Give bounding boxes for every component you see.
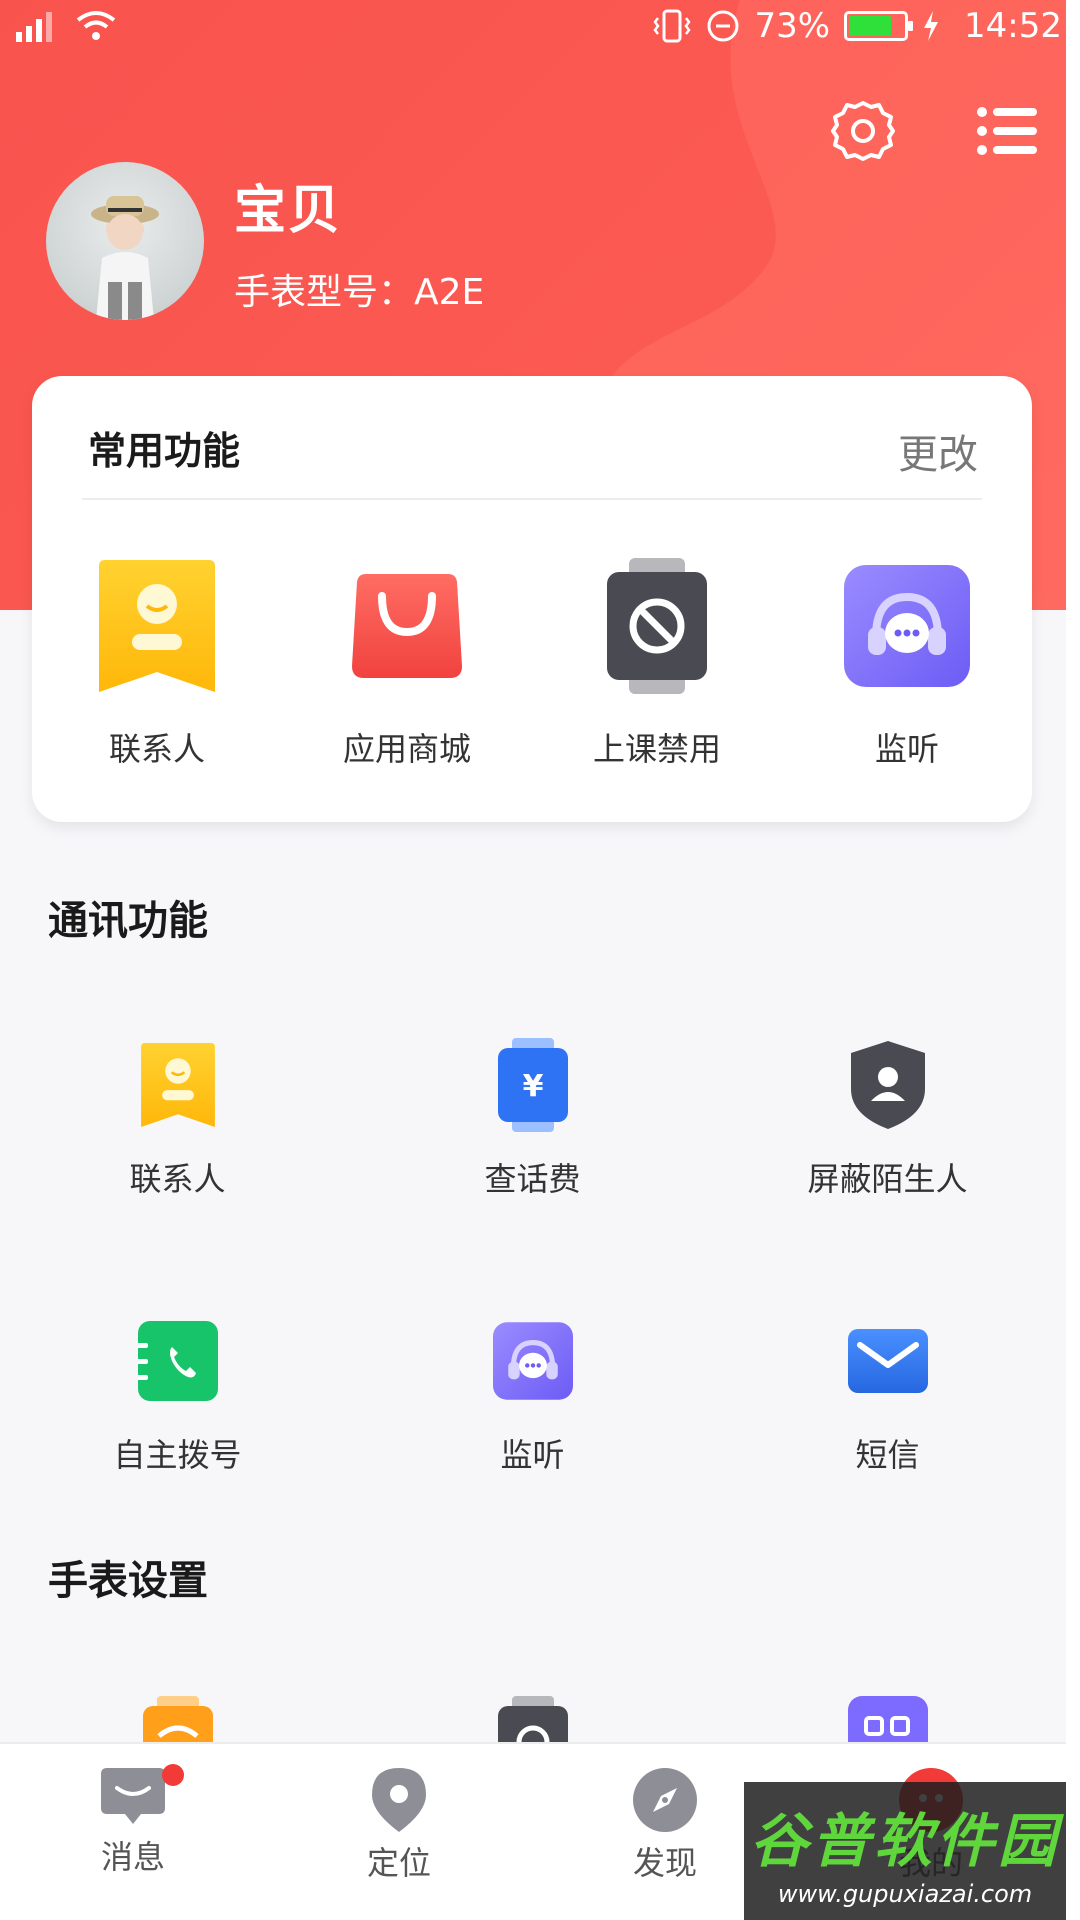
watermark-url: www.gupuxiazai.com [777,1880,1033,1908]
unread-badge [162,1764,184,1786]
phone-bill-icon: ¥ [497,1038,568,1132]
monitor-icon [492,1322,573,1400]
comm-item-sms[interactable]: 短信 [710,1316,1065,1476]
contacts-icon [99,560,215,692]
avatar[interactable] [46,162,204,320]
comm-item-label: 查话费 [484,1160,581,1198]
do-not-disturb-icon [707,10,739,42]
comm-item-label: 联系人 [129,1160,226,1198]
message-icon [101,1768,165,1824]
comm-item-label: 短信 [855,1436,920,1474]
communication-grid-row-2: 自主拨号 监听 短信 [0,1316,1066,1476]
favorites-edit-button[interactable]: 更改 [898,422,978,480]
watch-wifi-icon [142,1696,213,1742]
nav-label: 发现 [632,1844,697,1882]
comm-item-label: 自主拨号 [113,1436,242,1474]
watch-model: 手表型号：A2E [234,271,485,313]
shopping-bag-icon [352,574,462,678]
watch-setting-item-wifi[interactable] [0,1696,355,1742]
dial-icon [137,1321,218,1401]
favorite-item-label: 联系人 [108,730,205,768]
block-stranger-icon [850,1041,925,1129]
contacts-icon [140,1043,215,1127]
class-disable-icon [497,1696,568,1742]
settings-icon [831,101,895,161]
favorite-item-contacts[interactable]: 联系人 [32,556,282,770]
comm-item-monitor[interactable]: 监听 [355,1316,710,1476]
nav-tab-location[interactable]: 定位 [266,1744,532,1920]
status-bar: 73% 14:52 [0,0,1080,58]
nav-label: 消息 [100,1838,165,1876]
battery-percent: 73% [754,6,831,46]
header-actions [830,98,1040,164]
menu-icon [977,107,1037,155]
signal-icon [16,12,52,42]
vibrate-icon [653,9,691,43]
nav-tab-messages[interactable]: 消息 [0,1744,266,1920]
communication-grid-row-1: 联系人 ¥ 查话费 屏蔽陌生人 [0,1038,1066,1200]
favorite-item-label: 应用商城 [342,730,471,768]
svg-text:¥: ¥ [522,1069,543,1104]
watermark-title: 谷普软件园 [749,1807,1060,1875]
favorite-item-app-store[interactable]: 应用商城 [282,556,532,770]
watch-setting-item-qrcode[interactable] [710,1696,1065,1742]
divider [82,498,982,500]
communication-section-title: 通讯功能 [48,898,208,944]
favorite-item-label: 上课禁用 [592,730,721,768]
wifi-icon [76,11,116,40]
menu-button[interactable] [974,98,1040,164]
favorite-item-label: 监听 [874,730,939,768]
battery-level [849,16,892,36]
compass-icon [633,1768,697,1832]
right-edge [1066,0,1080,1920]
comm-item-label: 监听 [500,1436,565,1474]
watch-setting-item-class-disable[interactable] [355,1696,710,1742]
charging-icon [924,11,939,41]
sms-icon [847,1329,928,1393]
watermark: 谷普软件园 www.gupuxiazai.com [744,1782,1066,1920]
nav-label: 定位 [366,1844,431,1882]
comm-item-label: 屏蔽陌生人 [807,1160,968,1198]
profile-name: 宝贝 [234,180,343,241]
watch-settings-section-title: 手表设置 [48,1558,208,1604]
battery-icon [844,11,914,41]
clock: 14:52 [964,6,1062,46]
favorites-title: 常用功能 [88,429,241,473]
settings-button[interactable] [830,98,896,164]
watch-settings-grid [0,1696,1066,1742]
monitor-icon [844,565,970,687]
qrcode-icon [847,1696,928,1742]
profile-header[interactable]: 宝贝 手表型号：A2E [46,162,484,320]
location-icon [372,1768,426,1832]
comm-item-block-stranger[interactable]: 屏蔽陌生人 [710,1040,1065,1200]
favorites-card: 常用功能 更改 联系人 应用商城 上课禁用 监听 [32,376,1032,822]
comm-item-phone-bill[interactable]: ¥ 查话费 [355,1038,710,1200]
class-disable-icon [607,558,707,694]
favorite-item-monitor[interactable]: 监听 [782,556,1032,770]
favorite-item-class-disable[interactable]: 上课禁用 [532,556,782,770]
comm-item-contacts[interactable]: 联系人 [0,1040,355,1200]
comm-item-dial[interactable]: 自主拨号 [0,1316,355,1476]
